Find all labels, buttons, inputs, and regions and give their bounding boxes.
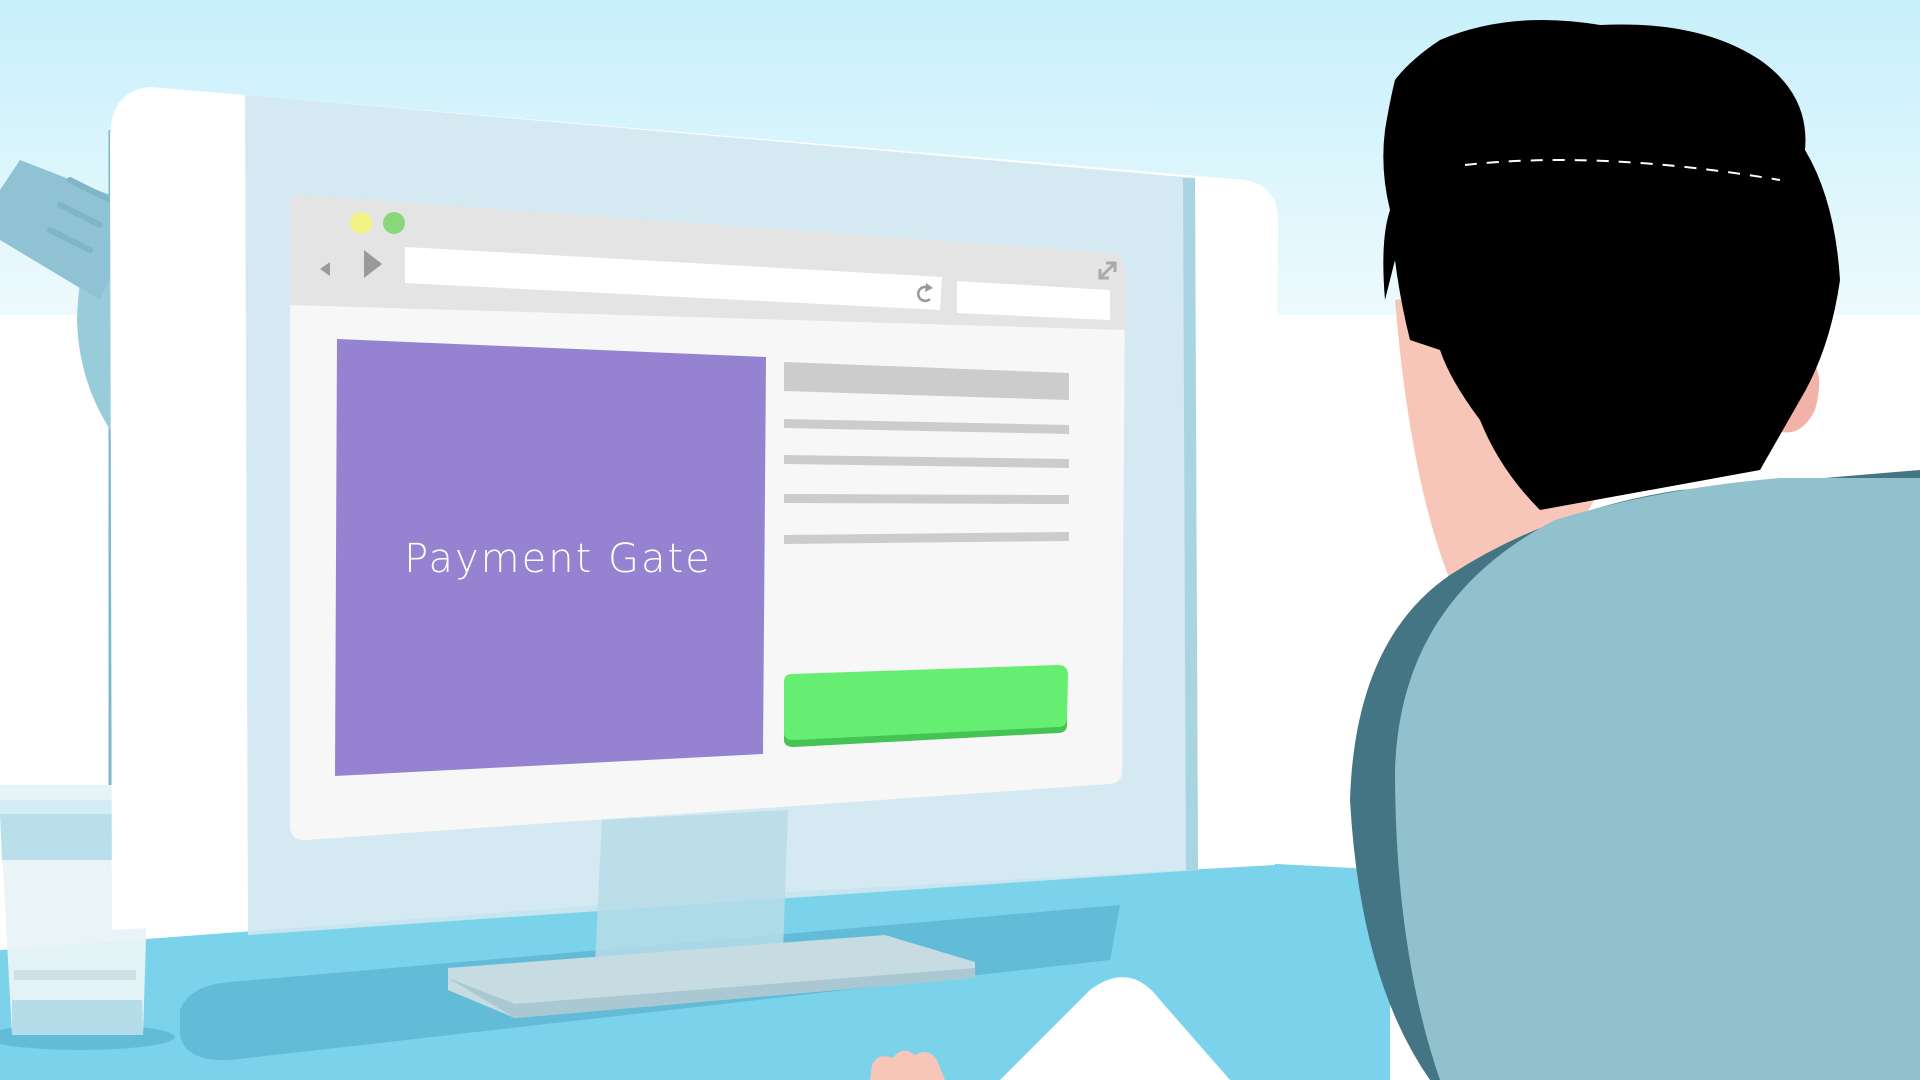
window-dot-green[interactable] [383,212,405,234]
scene-svg: Payment Gate [0,0,1920,1080]
form-line-3 [784,494,1069,504]
browser-window: Payment Gate [290,195,1125,841]
payment-gate-title: Payment Gate [404,536,712,582]
window-dot-yellow[interactable] [350,212,372,234]
monitor-neck [595,810,788,964]
illustration-scene: Payment Gate [0,0,1920,1080]
